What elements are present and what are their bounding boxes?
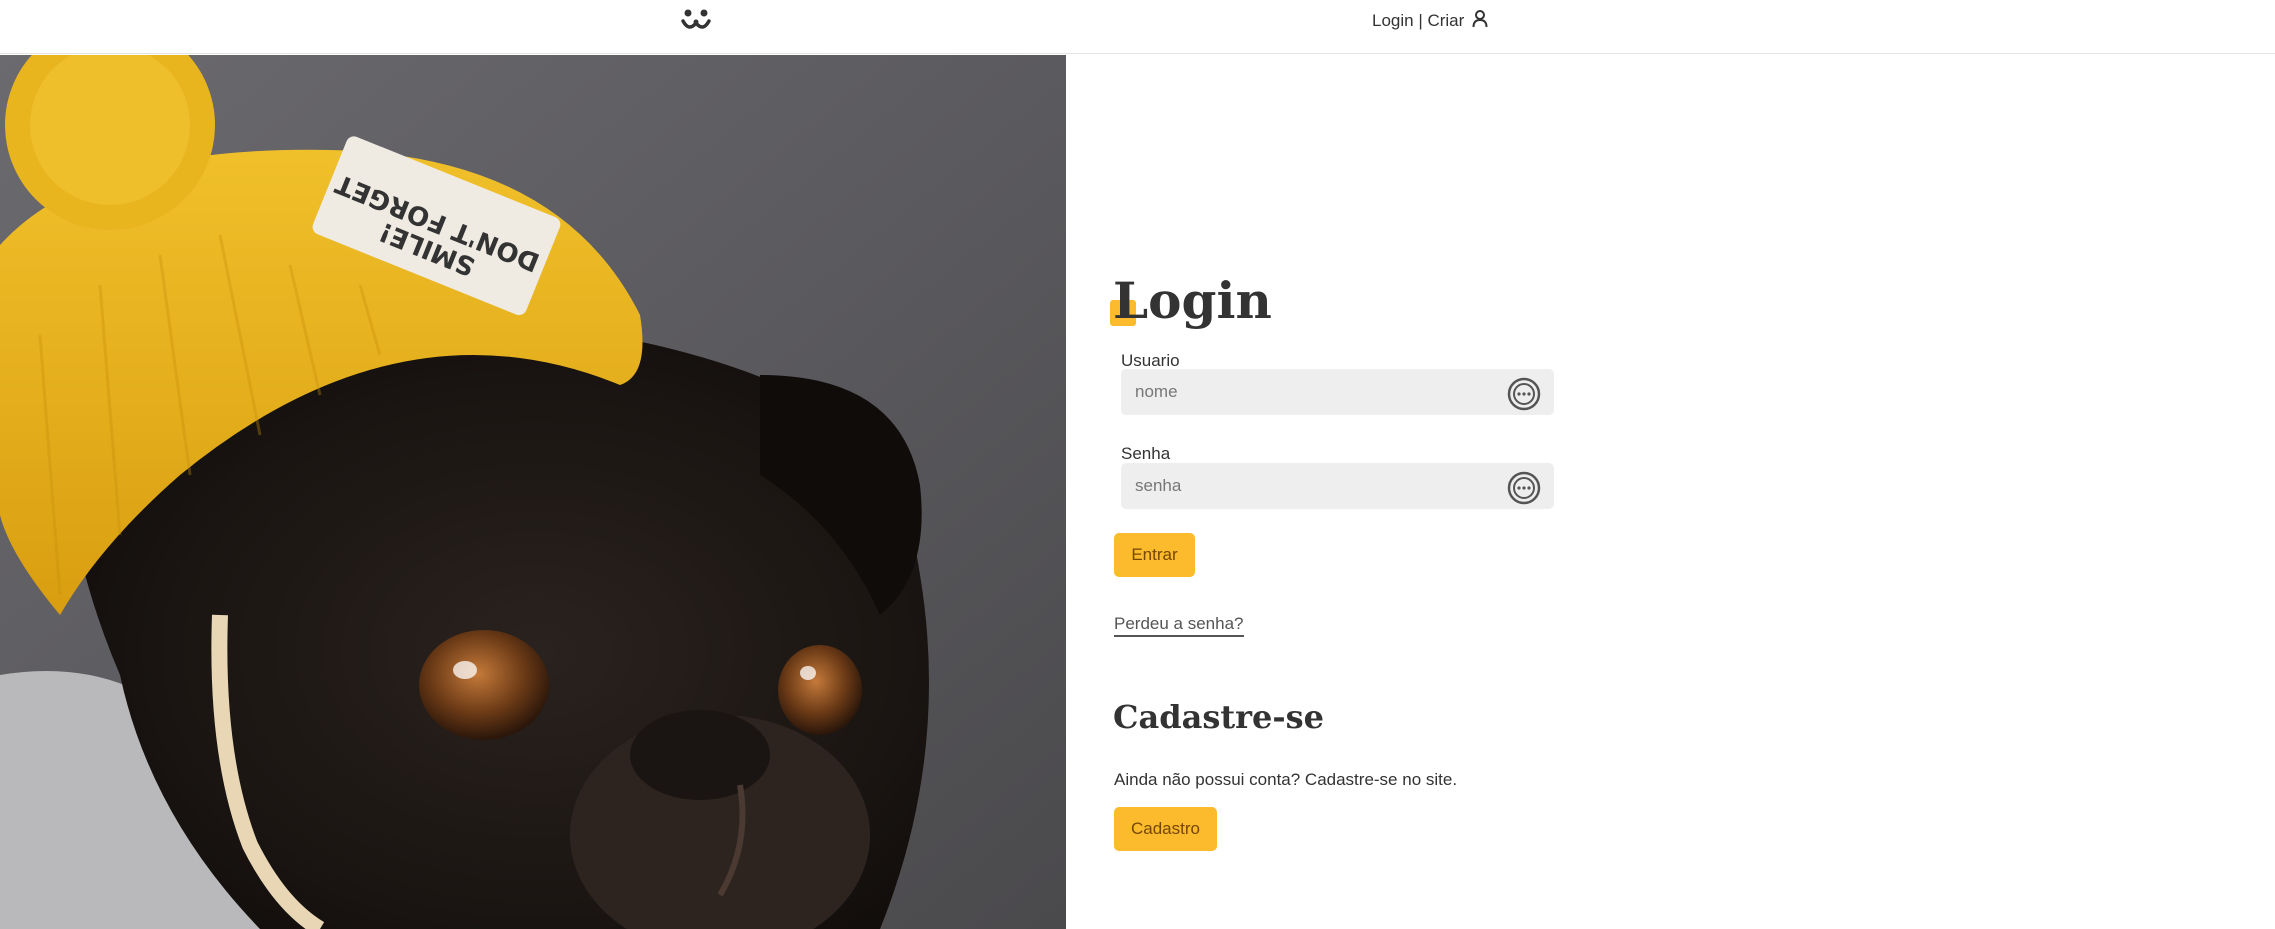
password-label: Senha — [1121, 444, 1171, 463]
login-create-label: Login | Criar — [1372, 11, 1465, 30]
signup-text: Ainda não possui conta? Cadastre-se no s… — [1114, 770, 1458, 789]
page-title: Login — [1113, 271, 1272, 330]
username-input[interactable] — [1122, 370, 1553, 414]
signup-button[interactable]: Cadastro — [1114, 807, 1217, 851]
password-input[interactable] — [1122, 464, 1553, 508]
password-manager-icon[interactable] — [1507, 471, 1541, 505]
login-submit-button[interactable]: Entrar — [1114, 533, 1195, 577]
login-title-wrap: Login — [1110, 268, 1272, 334]
signup-title: Cadastre-se — [1113, 698, 1324, 736]
login-create-link[interactable]: Login | Criar — [1372, 9, 1488, 33]
password-field-wrap — [1121, 463, 1554, 509]
password-manager-icon[interactable] — [1507, 377, 1541, 411]
hero-photo-pug: DON'T FORGET SMILE! — [0, 55, 1066, 929]
username-field-wrap — [1121, 369, 1554, 415]
dog-face-icon[interactable] — [679, 6, 713, 36]
user-icon — [1472, 9, 1488, 33]
site-header: Login | Criar — [0, 0, 2275, 54]
lost-password-link[interactable]: Perdeu a senha? — [1114, 614, 1244, 637]
username-label: Usuario — [1121, 351, 1180, 370]
